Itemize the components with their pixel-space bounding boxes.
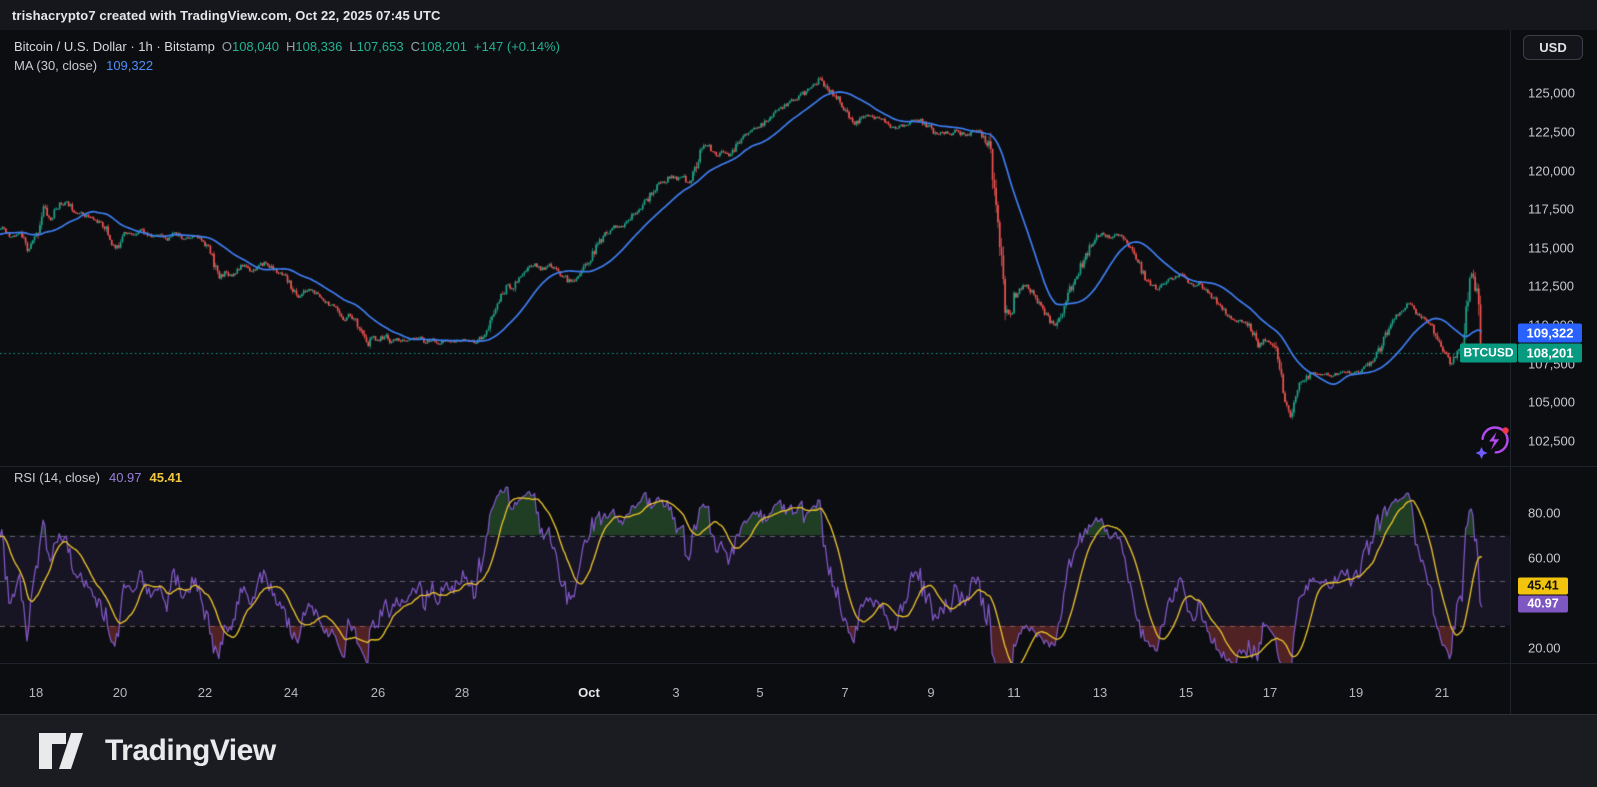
low-label: L <box>349 39 356 54</box>
rsi-tick: 60.00 <box>1528 551 1561 566</box>
time-tick: 20 <box>113 685 127 700</box>
rsi-ma-indicator-value: 45.41 <box>150 470 183 485</box>
rsi-tick: 20.00 <box>1528 640 1561 655</box>
time-tick: 26 <box>371 685 385 700</box>
change-value: +147 (+0.14%) <box>474 39 560 54</box>
close-value: 108,201 <box>420 39 467 54</box>
price-pane-canvas[interactable] <box>0 32 1510 467</box>
attribution-bar: trishacrypto7 created with TradingView.c… <box>0 0 1597 30</box>
symbol-legend: Bitcoin / U.S. Dollar · 1h · BitstampO10… <box>14 39 560 54</box>
time-tick: 28 <box>455 685 469 700</box>
price-tick: 112,500 <box>1528 279 1574 294</box>
price-tick: 120,000 <box>1528 163 1575 178</box>
close-label: C <box>411 39 420 54</box>
price-tick: 115,000 <box>1528 240 1574 255</box>
price-tick: 122,500 <box>1528 124 1575 139</box>
high-value: 108,336 <box>295 39 342 54</box>
rsi-pane-canvas[interactable] <box>0 467 1510 663</box>
footer-bar: TradingView <box>0 714 1597 787</box>
rsi-axis-label: 40.97 <box>1518 595 1568 612</box>
pane-divider[interactable] <box>0 466 1597 467</box>
time-tick: 5 <box>756 685 763 700</box>
boost-rocket-icon[interactable] <box>1474 421 1514 461</box>
tradingview-logo-text[interactable]: TradingView <box>105 734 276 768</box>
time-tick: Oct <box>578 685 600 700</box>
attribution-text: trishacrypto7 created with TradingView.c… <box>12 8 441 23</box>
axis-separator <box>1510 30 1511 714</box>
rsi-ma-axis-label: 45.41 <box>1518 577 1568 594</box>
ma-indicator-label: MA (30, close) <box>14 58 97 73</box>
time-tick: 7 <box>841 685 848 700</box>
time-tick: 17 <box>1263 685 1277 700</box>
open-label: O <box>222 39 232 54</box>
price-tick: 125,000 <box>1528 86 1575 101</box>
price-tick: 102,500 <box>1528 433 1575 448</box>
low-value: 107,653 <box>357 39 404 54</box>
rsi-indicator-label: RSI (14, close) <box>14 470 100 485</box>
ma-indicator-value: 109,322 <box>106 58 153 73</box>
open-value: 108,040 <box>232 39 279 54</box>
price-tick: 117,500 <box>1528 202 1574 217</box>
time-tick: 21 <box>1435 685 1449 700</box>
time-tick: 3 <box>672 685 679 700</box>
time-tick: 19 <box>1349 685 1363 700</box>
rsi-tick: 80.00 <box>1528 506 1561 521</box>
time-tick: 11 <box>1007 685 1021 700</box>
ma-legend: MA (30, close) 109,322 <box>14 58 153 73</box>
symbol-title: Bitcoin / U.S. Dollar · 1h · Bitstamp <box>14 39 215 54</box>
last-price-axis-label: 108,201 <box>1518 343 1582 362</box>
rsi-indicator-value: 40.97 <box>109 470 142 485</box>
time-tick: 18 <box>29 685 43 700</box>
time-tick: 9 <box>927 685 934 700</box>
time-axis-divider <box>0 663 1597 664</box>
currency-toggle-button[interactable]: USD <box>1523 35 1583 60</box>
time-tick: 22 <box>198 685 212 700</box>
price-tick: 105,000 <box>1528 395 1575 410</box>
high-label: H <box>286 39 295 54</box>
ma-price-axis-label: 109,322 <box>1518 323 1582 342</box>
time-tick: 24 <box>284 685 298 700</box>
time-tick: 13 <box>1093 685 1107 700</box>
chart-widget[interactable]: Bitcoin / U.S. Dollar · 1h · BitstampO10… <box>0 30 1597 714</box>
symbol-tag: BTCUSD <box>1460 343 1517 362</box>
tradingview-logo-icon[interactable] <box>38 732 92 770</box>
rsi-legend: RSI (14, close) 40.97 45.41 <box>14 470 182 485</box>
time-tick: 15 <box>1179 685 1193 700</box>
